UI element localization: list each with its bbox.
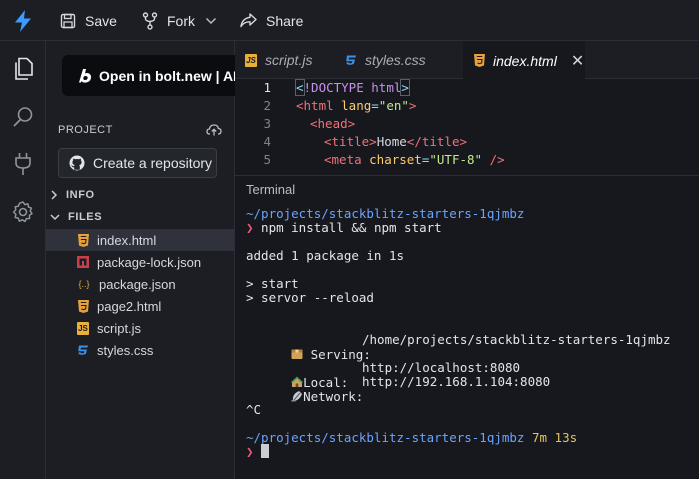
html-icon xyxy=(77,233,89,247)
file-item-package-lock-json[interactable]: package-lock.json xyxy=(46,251,234,273)
terminal-panel[interactable]: Terminal ~/projects/stackblitz-starters-… xyxy=(235,175,699,479)
npm-icon xyxy=(77,256,89,269)
create-repository-label: Create a repository xyxy=(93,155,213,171)
terminal-command-line: ❯ npm install && npm start xyxy=(246,220,442,235)
file-name: package.json xyxy=(99,276,176,292)
tab-script-js[interactable]: JS script.js xyxy=(235,41,335,79)
terminal-output: > start xyxy=(246,276,299,291)
chevron-down-icon xyxy=(205,17,217,24)
terminal-network-line: Network: xyxy=(261,374,363,419)
css-icon xyxy=(345,54,357,67)
code-editor[interactable]: 1 2 3 4 5 <!DOCTYPE html> <html lang="en… xyxy=(235,79,699,175)
line-number: 1 xyxy=(263,80,271,95)
save-icon xyxy=(60,13,76,28)
activity-bar xyxy=(0,41,46,479)
line-number: 4 xyxy=(263,134,271,149)
line-number: 3 xyxy=(263,116,271,131)
tab-label: styles.css xyxy=(365,52,426,68)
file-item-styles-css[interactable]: styles.css xyxy=(46,339,234,361)
html-icon xyxy=(77,299,89,313)
terminal-path: ~/projects/stackblitz-starters-1qjmbz xyxy=(246,206,525,221)
line-number: 5 xyxy=(263,152,271,167)
package-icon xyxy=(291,349,303,359)
js-icon: JS xyxy=(77,321,89,335)
gear-icon xyxy=(12,201,33,223)
section-info[interactable]: INFO xyxy=(50,189,95,201)
settings-button[interactable] xyxy=(0,192,46,232)
stackblitz-logo-icon[interactable] xyxy=(0,0,45,41)
project-sidebar: Open in bolt.new | AI PROJECT Create a r… xyxy=(46,41,242,479)
line-number: 2 xyxy=(263,98,271,113)
tab-index-html[interactable]: index.html ✕ xyxy=(463,41,585,80)
section-info-label: INFO xyxy=(66,189,95,201)
create-repository-button[interactable]: Create a repository xyxy=(58,148,217,178)
search-icon xyxy=(13,107,33,127)
terminal-output: > servor --reload xyxy=(246,290,374,305)
github-icon xyxy=(69,155,85,171)
explorer-button[interactable] xyxy=(0,49,46,89)
file-name: page2.html xyxy=(97,298,162,314)
tab-label: index.html xyxy=(493,52,557,69)
close-tab-icon[interactable]: ✕ xyxy=(571,51,584,71)
code-line-5: <meta charset="UTF-8" /> xyxy=(324,152,505,167)
terminal-output: ^C xyxy=(246,402,262,417)
tab-styles-css[interactable]: styles.css xyxy=(335,41,463,79)
chevron-right-icon xyxy=(51,190,58,200)
terminal-serving-value: /home/projects/stackblitz-starters-1qjmb… xyxy=(362,332,671,347)
bolt-banner-text: Open in bolt.new | AI xyxy=(99,67,237,84)
terminal-local-url[interactable]: http://localhost:8080 xyxy=(362,360,520,375)
terminal-network-url[interactable]: http://192.168.1.104:8080 xyxy=(362,374,550,389)
cloud-upload-icon xyxy=(206,124,222,136)
tab-label: script.js xyxy=(265,52,313,68)
editor-tabs: JS script.js styles.css index.html ✕ xyxy=(235,41,699,80)
extensions-button[interactable] xyxy=(0,144,46,184)
plug-icon xyxy=(15,153,31,175)
section-files-label: FILES xyxy=(68,211,103,223)
terminal-input-line[interactable]: ❯ xyxy=(246,444,270,459)
fork-options-button[interactable] xyxy=(205,0,217,41)
bolt-logo-icon xyxy=(79,68,92,83)
search-button[interactable] xyxy=(0,97,46,137)
chevron-down-icon xyxy=(50,214,60,221)
code-line-1: <!DOCTYPE html> xyxy=(295,79,410,96)
file-item-package-json[interactable]: {..} package.json xyxy=(46,273,234,295)
project-header: PROJECT xyxy=(58,124,113,136)
json-icon: {..} xyxy=(78,279,90,289)
terminal-path-line: ~/projects/stackblitz-starters-1qjmbz 7m… xyxy=(246,430,578,445)
css-icon xyxy=(77,344,89,357)
file-name: package-lock.json xyxy=(97,254,202,270)
file-name: styles.css xyxy=(97,342,154,358)
share-icon xyxy=(240,13,257,28)
code-line-2: <html lang="en"> xyxy=(296,98,417,113)
share-label: Share xyxy=(266,12,304,29)
terminal-title: Terminal xyxy=(246,182,296,197)
file-name: index.html xyxy=(97,232,157,248)
file-item-script-js[interactable]: JS script.js xyxy=(46,317,234,339)
code-line-4: <title>Home</title> xyxy=(324,134,468,149)
js-icon: JS xyxy=(245,53,257,67)
terminal-output: added 1 package in 1s xyxy=(246,248,405,263)
html-icon xyxy=(473,54,485,67)
terminal-cursor xyxy=(261,444,270,458)
save-label: Save xyxy=(85,12,117,29)
top-toolbar: Save Fork Share xyxy=(0,0,699,41)
satellite-icon xyxy=(291,391,303,402)
fork-icon xyxy=(142,11,158,30)
save-button[interactable]: Save xyxy=(60,0,117,41)
file-item-page2-html[interactable]: page2.html xyxy=(46,295,234,317)
fork-label: Fork xyxy=(167,12,195,29)
cloud-upload-button[interactable] xyxy=(206,123,222,141)
fork-button[interactable]: Fork xyxy=(142,0,195,41)
file-item-index-html[interactable]: index.html xyxy=(46,229,234,251)
file-name: script.js xyxy=(97,320,142,336)
share-button[interactable]: Share xyxy=(240,0,303,41)
files-icon xyxy=(15,57,33,80)
open-in-bolt-banner[interactable]: Open in bolt.new | AI xyxy=(62,55,242,96)
code-line-3: <head> xyxy=(310,116,356,131)
section-files[interactable]: FILES xyxy=(50,211,102,223)
